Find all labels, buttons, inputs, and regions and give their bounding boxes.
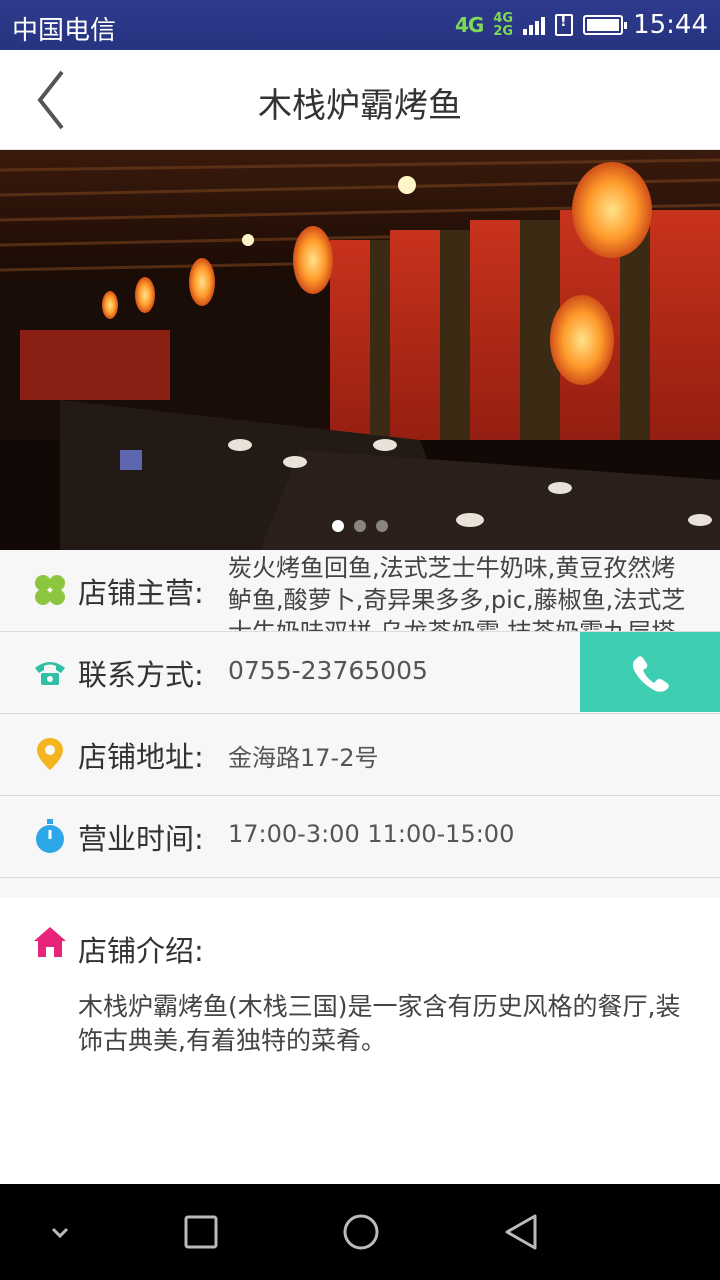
row-contact: 联系方式: 0755-23765005 (0, 632, 720, 714)
stopwatch-icon (36, 819, 64, 853)
signal-icon (523, 15, 546, 35)
row-main-items: 店铺主营: 炭火烤鱼回鱼,法式芝士牛奶味,黄豆孜然烤鲈鱼,酸萝卜,奇异果多多,p… (0, 550, 720, 632)
square-recents-icon (184, 1215, 218, 1249)
address-label: 店铺地址: (78, 740, 204, 774)
row-hours: 营业时间: 17:00-3:00 11:00-15:00 (0, 796, 720, 878)
circle-home-icon (343, 1214, 379, 1250)
address-value[interactable]: 金海路17-2号 (228, 738, 378, 773)
carrier-name: 中国电信 (12, 16, 117, 46)
hours-value: 17:00-3:00 11:00-15:00 (228, 820, 515, 848)
sim-alert-icon (555, 14, 574, 36)
phone-handset-icon (632, 656, 669, 692)
contact-label: 联系方式: (78, 658, 204, 692)
chevron-down-icon (51, 1227, 69, 1239)
restaurant-interior-image (0, 150, 720, 550)
main-items-label: 店铺主营: (78, 576, 204, 610)
row-address: 店铺地址: 金海路17-2号 (0, 714, 720, 796)
network-4g-label: 4G (455, 13, 484, 37)
network-stack-bottom: 2G (493, 24, 514, 39)
status-bar: 中国电信 4G 4G 2G 15:44 (0, 0, 720, 50)
recents-button[interactable] (175, 1206, 227, 1258)
home-nav-button[interactable] (335, 1206, 387, 1258)
clover-icon (35, 575, 65, 605)
store-intro-section: 店铺介绍: 木栈炉霸烤鱼(木栈三国)是一家含有历史风格的餐厅,装饰古典美,有着独… (0, 898, 720, 1184)
carousel-dot-1[interactable] (332, 520, 344, 532)
main-items-value: 炭火烤鱼回鱼,法式芝士牛奶味,黄豆孜然烤鲈鱼,酸萝卜,奇异果多多,pic,藤椒鱼… (228, 554, 686, 632)
call-button[interactable] (580, 632, 720, 712)
title-bar: 木栈炉霸烤鱼 (0, 50, 720, 150)
hours-label: 营业时间: (78, 822, 204, 856)
network-dual-label: 4G 2G (493, 12, 513, 38)
back-nav-button[interactable] (495, 1206, 547, 1258)
hide-nav-button[interactable] (34, 1206, 86, 1258)
battery-icon (583, 15, 628, 35)
clock: 15:44 (633, 10, 708, 40)
triangle-back-icon (505, 1214, 537, 1250)
contact-phone-value: 0755-23765005 (228, 656, 428, 685)
system-nav-bar (0, 1184, 720, 1280)
intro-body: 木栈炉霸烤鱼(木栈三国)是一家含有历史风格的餐厅,装饰古典美,有着独特的菜肴。 (78, 992, 681, 1055)
carousel-dot-3[interactable] (376, 520, 388, 532)
phone-icon (35, 662, 65, 685)
store-photo-carousel[interactable] (0, 150, 720, 550)
carousel-indicator (0, 520, 720, 532)
page-title: 木栈炉霸烤鱼 (258, 86, 462, 126)
carousel-dot-2[interactable] (354, 520, 366, 532)
location-pin-icon (37, 738, 63, 770)
home-icon (34, 927, 66, 957)
status-icons: 4G 4G 2G 15:44 (455, 8, 708, 42)
intro-label: 店铺介绍: (78, 934, 204, 968)
